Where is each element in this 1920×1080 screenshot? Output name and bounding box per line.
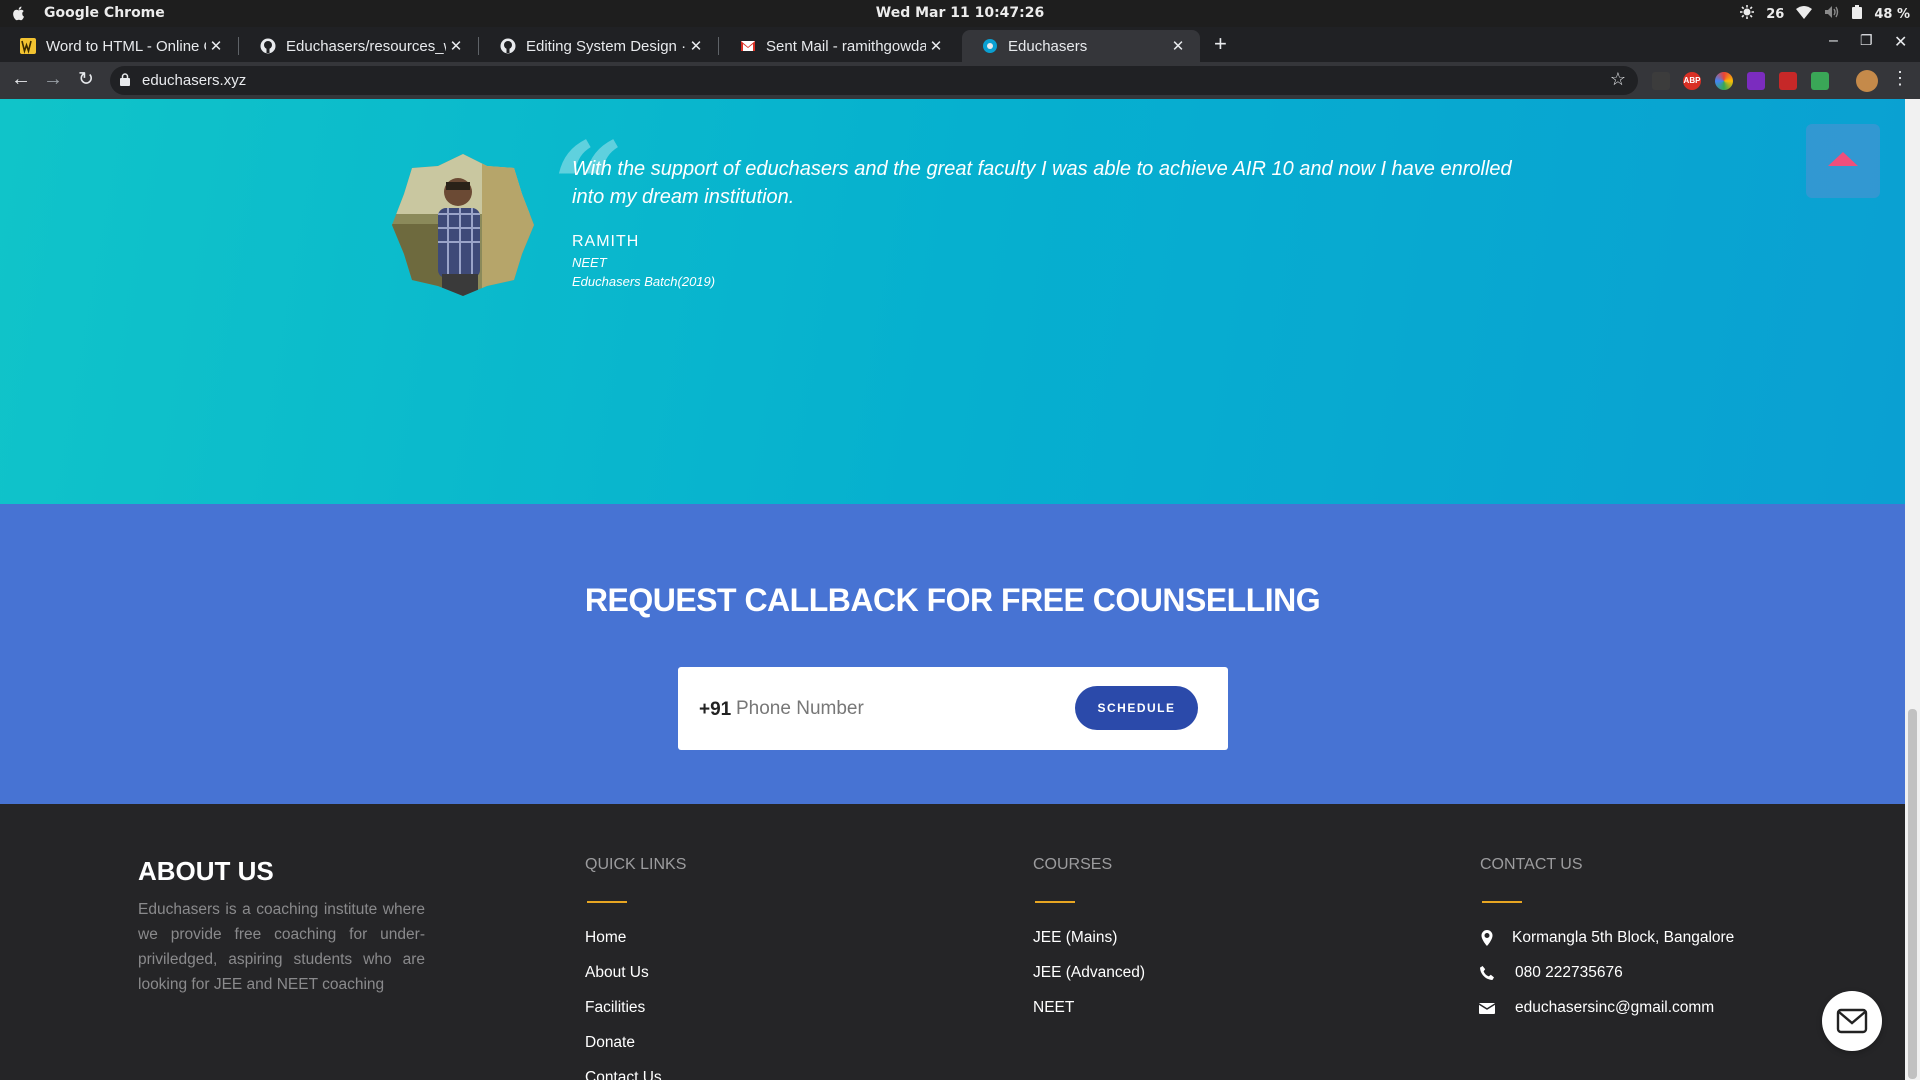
close-tab-icon[interactable]: ✕ (1168, 37, 1188, 55)
restore-window-icon[interactable]: ❐ (1860, 32, 1873, 49)
quick-links-title: QUICK LINKS (585, 856, 687, 873)
close-tab-icon[interactable]: ✕ (686, 37, 706, 55)
close-window-icon[interactable]: ✕ (1894, 32, 1907, 52)
adblock-extension-icon[interactable]: ABP (1683, 72, 1701, 90)
browser-tab-title: Editing System Design · ra (526, 37, 686, 55)
close-tab-icon[interactable]: ✕ (206, 37, 226, 55)
browser-tab-title: Educhasers/resources_wi (286, 37, 446, 55)
schedule-button[interactable]: SCHEDULE (1075, 686, 1198, 730)
battery-percentage: 48 % (1874, 6, 1910, 22)
map-marker-icon (1481, 930, 1493, 946)
student-avatar (392, 154, 534, 296)
wifi-icon[interactable] (1796, 5, 1813, 23)
testimonial-quote: With the support of educhasers and the g… (572, 158, 1512, 208)
color-picker-extension-icon[interactable] (1715, 72, 1733, 90)
footer-link-about-us[interactable]: About Us (585, 964, 649, 982)
footer-link-facilities[interactable]: Facilities (585, 999, 645, 1017)
quick-links-divider (587, 901, 627, 903)
phone-form: +91 SCHEDULE (678, 667, 1228, 750)
page-scrollbar[interactable] (1905, 99, 1920, 1080)
reload-icon[interactable]: ↻ (74, 68, 98, 91)
browser-tab-title: Sent Mail - ramithgowdak (766, 37, 926, 55)
battery-icon[interactable] (1852, 5, 1863, 23)
browser-tab[interactable]: Editing System Design · ra ✕ (480, 30, 719, 62)
extension-cube-icon[interactable] (1747, 72, 1765, 90)
contact-us-title: CONTACT US (1480, 856, 1583, 873)
scrollbar-thumb[interactable] (1908, 709, 1917, 1079)
floating-mail-button[interactable] (1822, 991, 1882, 1051)
scroll-to-top-button[interactable] (1806, 124, 1880, 198)
back-arrow-icon[interactable]: ← (9, 68, 33, 91)
about-us-title: ABOUT US (138, 856, 274, 886)
about-us-text: Educhasers is a coaching institute where… (138, 901, 425, 993)
courses-title: COURSES (1033, 856, 1113, 873)
system-top-bar: Google Chrome Wed Mar 11 10:47:26 26 48 … (0, 0, 1920, 27)
tab-separator (718, 37, 719, 55)
browser-menu-icon[interactable]: ⋮ (1888, 68, 1912, 89)
active-app-name[interactable]: Google Chrome (44, 5, 165, 21)
testimonial-section: “ With the support of educhasers and the… (0, 99, 1905, 504)
lock-icon[interactable] (120, 73, 130, 86)
forward-arrow-icon[interactable]: → (41, 68, 65, 91)
apple-icon[interactable] (10, 4, 28, 22)
browser-toolbar: ← → ↻ educhasers.xyz ☆ ABP ⋮ (0, 62, 1920, 99)
browser-tab-title: Educhasers (1008, 37, 1088, 55)
new-tab-button[interactable]: + (1214, 33, 1227, 55)
testimonial-course: NEET (572, 255, 607, 270)
tab-separator (478, 37, 479, 55)
testimonial-name: RAMITH (572, 233, 640, 250)
url-text[interactable]: educhasers.xyz (142, 72, 246, 89)
minimize-window-icon[interactable]: – (1829, 32, 1838, 50)
footer-link-contact-us[interactable]: Contact Us (585, 1069, 662, 1080)
phone-number-input[interactable] (736, 691, 1036, 727)
brightness-value: 26 (1766, 6, 1785, 22)
course-link-neet[interactable]: NEET (1033, 999, 1074, 1017)
footer-link-donate[interactable]: Donate (585, 1034, 635, 1052)
flash-extension-icon[interactable] (1779, 72, 1797, 90)
tab-separator (238, 37, 239, 55)
page-viewport: “ With the support of educhasers and the… (0, 99, 1905, 1080)
browser-tab-active[interactable]: Educhasers ✕ (962, 30, 1200, 62)
address-bar[interactable]: educhasers.xyz ☆ (110, 66, 1638, 95)
github-icon (260, 38, 276, 54)
bookmark-star-icon[interactable]: ☆ (1610, 69, 1626, 90)
browser-tab[interactable]: Sent Mail - ramithgowdak ✕ (720, 30, 958, 62)
gmail-icon (741, 41, 755, 51)
wordtohtml-favicon (20, 38, 36, 54)
profile-avatar-icon[interactable] (1856, 70, 1878, 92)
github-icon (500, 38, 516, 54)
close-tab-icon[interactable]: ✕ (446, 37, 466, 55)
system-tray: 26 48 % (1740, 5, 1910, 23)
browser-tab-strip: Word to HTML - Online Co ✕ Educhasers/re… (0, 27, 1920, 62)
arrow-up-icon (1828, 152, 1858, 166)
phone-icon (1480, 966, 1494, 980)
site-footer: ABOUT US Educhasers is a coaching instit… (0, 804, 1905, 1080)
callback-title: REQUEST CALLBACK FOR FREE COUNSELLING (584, 582, 1321, 618)
close-tab-icon[interactable]: ✕ (926, 37, 946, 55)
brightness-icon[interactable] (1740, 5, 1755, 23)
extension-icon[interactable] (1652, 72, 1670, 90)
educhasers-favicon (983, 39, 997, 53)
contact-address: Kormangla 5th Block, Bangalore (1512, 929, 1735, 946)
footer-link-home[interactable]: Home (585, 929, 626, 947)
mail-icon (1836, 1008, 1868, 1034)
country-code: +91 (699, 699, 732, 720)
volume-icon[interactable] (1824, 5, 1840, 23)
contact-email[interactable]: educhasersinc@gmail.comm (1515, 999, 1714, 1017)
browser-tab[interactable]: Educhasers/resources_wi ✕ (240, 30, 479, 62)
browser-tab-title: Word to HTML - Online Co (46, 37, 206, 55)
browser-tab[interactable]: Word to HTML - Online Co ✕ (0, 30, 239, 62)
course-link-jee-advanced[interactable]: JEE (Advanced) (1033, 964, 1145, 982)
courses-divider (1035, 901, 1075, 903)
mail-extension-icon[interactable] (1811, 72, 1829, 90)
course-link-jee-mains[interactable]: JEE (Mains) (1033, 929, 1117, 947)
contact-us-divider (1482, 901, 1522, 903)
testimonial-batch: Educhasers Batch(2019) (572, 274, 716, 289)
envelope-icon (1479, 1003, 1495, 1014)
system-clock[interactable]: Wed Mar 11 10:47:26 (876, 5, 1045, 21)
contact-phone[interactable]: 080 222735676 (1515, 964, 1623, 982)
callback-section: REQUEST CALLBACK FOR FREE COUNSELLING +9… (0, 504, 1905, 804)
